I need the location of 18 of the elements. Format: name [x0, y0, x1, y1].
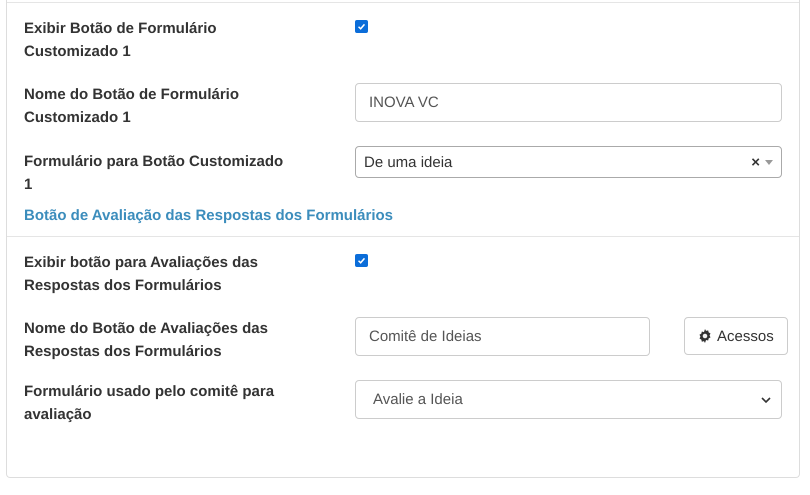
chevron-icon [761, 396, 771, 402]
input-field[interactable]: INOVA VC [355, 83, 782, 122]
field-label: Formulário usado pelo comitê para avaliação [24, 382, 276, 425]
field-label: Nome do Botão de Avaliações das Respostas dos Formulários [24, 319, 269, 362]
select-field[interactable]: Avalie a Ideia [355, 380, 782, 419]
combo-box[interactable]: De uma ideia × [355, 146, 782, 178]
field-label: Formulário para Botão Customizado 1 [24, 152, 284, 195]
checkbox[interactable] [355, 254, 368, 267]
section-heading: Botão de Avaliação das Respostas dos Formulários [23, 207, 394, 226]
field-label: Nome do Botão de Formulário Customizado 1 [24, 85, 240, 128]
gear-icon [698, 329, 712, 343]
clear-button[interactable]: × [751, 154, 760, 170]
input-field[interactable]: Comitê de Ideias [355, 317, 650, 356]
field-label: Exibir botão para Avaliações das Respostas dos Formulários [24, 253, 259, 296]
field-label: Exibir Botão de Formulário Customizado 1 [24, 19, 218, 62]
caret-icon [765, 160, 773, 164]
checkbox[interactable] [355, 20, 368, 33]
access-button[interactable]: Acessos [684, 317, 788, 355]
